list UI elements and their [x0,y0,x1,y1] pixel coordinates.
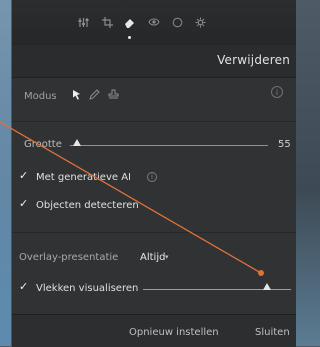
close-button[interactable]: Sluiten [255,327,290,338]
panel-footer: Opnieuw instellen Sluiten [12,314,296,347]
detect-objects-checkbox[interactable]: ✓ [19,198,29,209]
eraser-icon[interactable] [123,15,137,29]
visualize-slider-thumb[interactable] [263,283,271,290]
gen-ai-checkbox[interactable]: ✓ [19,170,29,181]
divider [12,232,296,233]
eye-icon[interactable] [147,15,161,29]
overlay-label: Overlay-presentatie [19,252,119,263]
panel-title: Verwijderen [217,53,290,67]
stamp-icon[interactable] [107,88,119,100]
size-value: 55 [278,139,291,150]
reset-button[interactable]: Opnieuw instellen [129,327,219,338]
pencil-icon[interactable] [88,88,100,100]
remove-tool-panel: Verwijderen Modus i Grootte 55 ✓ Met gen… [12,0,296,347]
gen-ai-info-icon[interactable]: i [147,172,157,182]
size-label: Grootte [24,139,62,150]
info-icon[interactable]: i [271,86,283,98]
overlay-dropdown[interactable]: Altijd [140,252,165,263]
gen-ai-label[interactable]: Met generatieve AI [36,172,131,183]
circle-icon[interactable] [170,15,184,29]
crop-icon[interactable] [100,15,114,29]
sliders-icon[interactable] [76,15,90,29]
active-tool-indicator [128,36,131,39]
mode-label: Modus [24,91,57,102]
size-slider-track[interactable] [70,145,268,146]
divider [12,121,296,122]
visualize-label[interactable]: Vlekken visualiseren [36,283,138,294]
visualize-checkbox[interactable]: ✓ [19,281,29,292]
gear-icon[interactable] [193,15,207,29]
pointer-icon[interactable] [70,88,82,100]
size-slider-thumb[interactable] [73,139,81,146]
detect-objects-label[interactable]: Objecten detecteren [36,200,139,211]
chevron-down-icon[interactable]: ▾ [165,253,169,261]
panel-header[interactable]: Verwijderen [12,45,296,78]
edit-toolbar [12,0,296,46]
